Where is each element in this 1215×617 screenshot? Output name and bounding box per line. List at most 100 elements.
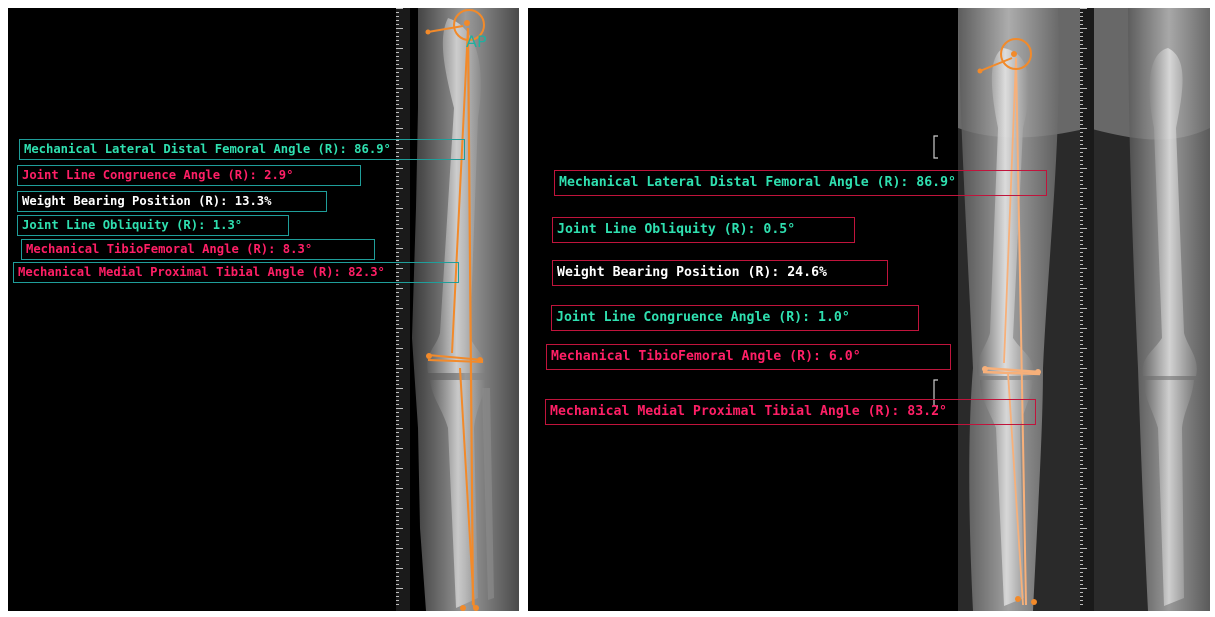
ruler-tick [1080,300,1083,301]
ruler-tick [396,428,403,429]
ruler-tick [1080,488,1087,489]
ruler-tick [1080,584,1083,585]
ruler-tick [1080,492,1083,493]
ruler-tick [396,88,403,89]
ruler-tick [1080,188,1087,189]
ruler-tick [396,240,399,241]
ruler-tick [396,308,403,309]
ruler-tick [396,296,399,297]
ruler-tick [396,436,399,437]
ruler-tick [1080,512,1083,513]
ruler-tick [396,500,399,501]
right-wbp-label[interactable]: Weight Bearing Position (R): 24.6% [552,260,888,286]
ruler-tick [1080,536,1083,537]
left-leg-xray-image [412,8,519,611]
left-wbp-label[interactable]: Weight Bearing Position (R): 13.3% [17,191,327,212]
ruler-tick [1080,408,1087,409]
left-jlca-label[interactable]: Joint Line Congruence Angle (R): 2.9° [17,165,361,186]
ruler-tick [396,72,399,73]
ruler-tick [1080,72,1083,73]
ruler-tick [1080,604,1083,605]
ruler-tick [1080,364,1083,365]
ruler-tick [1080,88,1087,89]
ruler-tick [396,600,399,601]
ruler-tick [396,212,399,213]
ruler-tick [396,24,399,25]
ruler-tick [396,216,399,217]
ruler-tick [396,456,399,457]
ruler-tick [396,292,399,293]
ruler-tick [1080,388,1087,389]
left-mmpta-label[interactable]: Mechanical Medial Proximal Tibial Angle … [13,262,459,283]
ruler-tick [396,580,399,581]
left-mldfa-label[interactable]: Mechanical Lateral Distal Femoral Angle … [19,139,465,160]
left-mtfa-label[interactable]: Mechanical TibioFemoral Angle (R): 8.3° [21,239,375,260]
ruler-tick [1080,56,1083,57]
ruler-tick [396,416,399,417]
ruler-tick [1080,448,1087,449]
ruler-tick [396,116,399,117]
left-measurement-ruler [396,8,410,611]
ruler-tick [1080,28,1087,29]
ruler-tick [1080,100,1083,101]
ruler-tick [1080,256,1083,257]
ruler-tick [396,440,399,441]
ruler-tick [1080,220,1083,221]
ruler-tick [1080,424,1083,425]
ruler-tick [1080,120,1083,121]
ruler-tick [396,300,399,301]
ruler-tick [396,60,399,61]
ruler-tick [396,316,399,317]
left-jlo-label[interactable]: Joint Line Obliquity (R): 1.3° [17,215,289,236]
ruler-tick [396,56,399,57]
ruler-tick [396,232,399,233]
ruler-tick [396,40,399,41]
ruler-tick [1080,576,1083,577]
ruler-tick [396,168,403,169]
ruler-tick [1080,532,1083,533]
ruler-tick [396,480,399,481]
ruler-tick [1080,224,1083,225]
left-xray-viewport[interactable]: AP Mechanical Lateral Distal Femoral Ang… [8,8,519,611]
ruler-tick [1080,276,1083,277]
ruler-tick [1080,484,1083,485]
ruler-tick [396,368,403,369]
ruler-tick [396,352,399,353]
ruler-tick [396,548,403,549]
ruler-tick [1080,60,1083,61]
ruler-tick [1080,460,1083,461]
ruler-tick [1080,136,1083,137]
ruler-tick [396,376,399,377]
ruler-tick [1080,156,1083,157]
ruler-tick [1080,440,1083,441]
right-mtfa-label[interactable]: Mechanical TibioFemoral Angle (R): 6.0° [546,344,951,370]
ruler-tick [1080,216,1083,217]
ruler-tick [1080,344,1083,345]
ruler-tick [396,52,399,53]
right-mldfa-label[interactable]: Mechanical Lateral Distal Femoral Angle … [554,170,1047,196]
ruler-tick [1080,192,1083,193]
ruler-tick [396,68,403,69]
ruler-tick [1080,244,1083,245]
ruler-tick [396,492,399,493]
ruler-tick [1080,128,1087,129]
ruler-tick [1080,308,1087,309]
right-jlca-label[interactable]: Joint Line Congruence Angle (R): 1.0° [551,305,919,331]
ruler-tick [396,332,399,333]
right-jlo-label[interactable]: Joint Line Obliquity (R): 0.5° [552,217,855,243]
ruler-tick [396,340,399,341]
right-mmpta-label[interactable]: Mechanical Medial Proximal Tibial Angle … [545,399,1036,425]
ruler-tick [396,476,399,477]
ruler-tick [1080,400,1083,401]
ruler-tick [1080,356,1083,357]
ruler-tick [1080,528,1087,529]
ruler-tick [1080,556,1083,557]
ruler-tick [396,256,399,257]
ruler-tick [1080,500,1083,501]
ruler-tick [1080,16,1083,17]
ruler-tick [1080,292,1083,293]
ruler-tick [396,556,399,557]
ruler-tick [396,64,399,65]
ruler-tick [396,596,399,597]
right-xray-viewport[interactable]: Mechanical Lateral Distal Femoral Angle … [528,8,1210,611]
